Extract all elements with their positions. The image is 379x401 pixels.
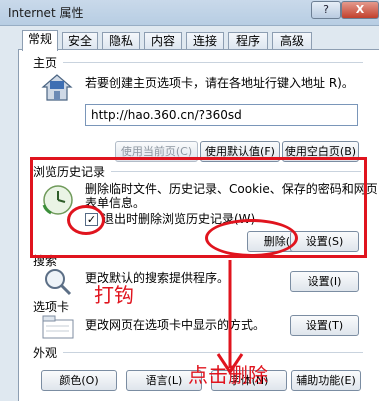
tab-connections[interactable]: 连接 <box>186 32 224 50</box>
check-hint-annotation: 打钩 <box>94 283 134 307</box>
title-bar: Internet 属性 ? X <box>0 0 379 26</box>
delete-hint-annotation: 点击删除 <box>188 363 268 387</box>
home-page-description: 若要创建主页选项卡，请在各地址行键入地址 R)。 <box>85 76 354 90</box>
home-page-group-label: 主页 <box>33 56 58 70</box>
tab-advanced[interactable]: 高级 <box>272 32 312 50</box>
accessibility-button[interactable]: 辅助功能(E) <box>291 370 361 391</box>
home-icon <box>41 74 73 101</box>
window-title: Internet 属性 <box>8 6 84 20</box>
checkbox-highlight-circle <box>67 205 105 235</box>
appearance-group-label: 外观 <box>33 346 58 360</box>
tab-programs[interactable]: 程序 <box>228 32 268 50</box>
home-page-url-field[interactable]: http://hao.360.cn/?360sd <box>85 104 358 126</box>
tabs-settings-button[interactable]: 设置(T) <box>290 315 359 336</box>
tab-content[interactable]: 内容 <box>144 32 182 50</box>
tabs-group-label: 选项卡 <box>33 300 70 314</box>
tab-general[interactable]: 常规 <box>22 30 58 51</box>
close-button[interactable]: X <box>341 1 379 19</box>
help-button[interactable]: ? <box>311 1 341 19</box>
colors-button[interactable]: 颜色(O) <box>41 370 117 391</box>
tab-security[interactable]: 安全 <box>62 32 98 50</box>
search-icon <box>45 269 72 296</box>
search-settings-button[interactable]: 设置(I) <box>290 271 359 292</box>
delete-button-highlight-circle <box>205 219 298 257</box>
tab-privacy[interactable]: 隐私 <box>102 32 140 50</box>
divider <box>63 62 363 63</box>
tabs-icon <box>42 315 74 339</box>
